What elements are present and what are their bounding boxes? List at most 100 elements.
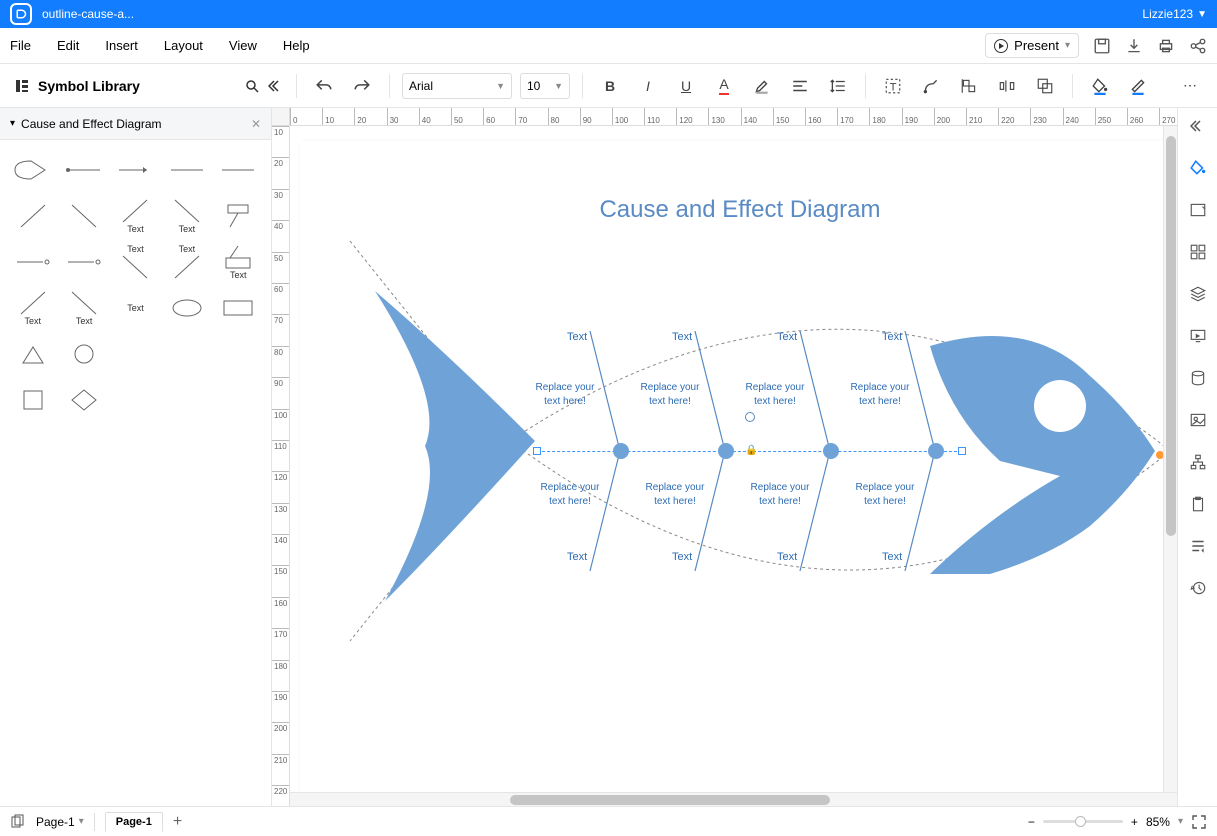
shape-diag1[interactable] (10, 196, 55, 236)
align-button[interactable] (785, 71, 815, 101)
bone-node[interactable] (613, 443, 629, 459)
shape-triangle[interactable] (10, 334, 55, 374)
rotation-handle[interactable] (745, 412, 755, 422)
bone-node[interactable] (823, 443, 839, 459)
bone-label[interactable]: Text (882, 331, 902, 343)
bone-text[interactable]: Replace your text here! (850, 481, 920, 509)
menu-file[interactable]: File (10, 38, 31, 53)
undo-button[interactable] (309, 71, 339, 101)
line-spacing-button[interactable] (823, 71, 853, 101)
shape-square[interactable] (10, 380, 55, 420)
image-panel-icon[interactable] (1186, 198, 1210, 222)
zoom-out-button[interactable]: − (1028, 815, 1035, 829)
selection-handle-left[interactable] (533, 447, 541, 455)
bold-button[interactable]: B (595, 71, 625, 101)
shape-rect[interactable] (216, 288, 261, 328)
more-button[interactable]: ⋯ (1175, 71, 1205, 101)
bone-label[interactable]: Text (567, 331, 587, 343)
bone-label[interactable]: Text (672, 331, 692, 343)
font-select[interactable]: Arial▼ (402, 73, 512, 99)
bone-text[interactable]: Replace your text here! (640, 481, 710, 509)
shape-text[interactable]: Text (113, 288, 158, 328)
page-dropdown[interactable]: Page-1▾ (36, 815, 84, 829)
shape-ellipse[interactable] (164, 288, 209, 328)
shape-diamond[interactable] (61, 380, 106, 420)
page-tab[interactable]: Page-1 (105, 812, 163, 832)
tree-panel-icon[interactable] (1186, 450, 1210, 474)
distribute-button[interactable] (992, 71, 1022, 101)
bone-text[interactable]: Replace your text here! (845, 381, 915, 409)
shape-box-line[interactable] (216, 196, 261, 236)
bone-label[interactable]: Text (882, 551, 902, 563)
bone-text[interactable]: Replace your text here! (635, 381, 705, 409)
zoom-in-button[interactable]: + (1131, 815, 1138, 829)
add-page-button[interactable]: + (173, 813, 182, 831)
shape-arrow[interactable] (113, 150, 158, 190)
expand-panel-icon[interactable] (1186, 114, 1210, 138)
page[interactable]: Cause and Effect Diagram (300, 141, 1177, 806)
shape-diag-text6[interactable]: Text (61, 288, 106, 328)
picture-panel-icon[interactable] (1186, 408, 1210, 432)
clipboard-panel-icon[interactable] (1186, 492, 1210, 516)
align-objects-button[interactable] (954, 71, 984, 101)
bone-label[interactable]: Text (777, 331, 797, 343)
bone-label[interactable]: Text (672, 551, 692, 563)
shape-fish-head[interactable] (10, 150, 55, 190)
fullscreen-icon[interactable] (1191, 814, 1207, 830)
shape-line[interactable] (164, 150, 209, 190)
shape-hline-dot[interactable] (10, 242, 55, 282)
download-icon[interactable] (1125, 37, 1143, 55)
menu-layout[interactable]: Layout (164, 38, 203, 53)
share-icon[interactable] (1189, 37, 1207, 55)
menu-edit[interactable]: Edit (57, 38, 79, 53)
font-color-button[interactable]: A (709, 71, 739, 101)
scrollbar-horizontal[interactable] (290, 792, 1177, 806)
zoom-level[interactable]: 85% (1146, 815, 1170, 829)
paragraph-panel-icon[interactable] (1186, 534, 1210, 558)
grid-panel-icon[interactable] (1186, 240, 1210, 264)
shape-box-line2[interactable]: Text (216, 242, 261, 282)
save-icon[interactable] (1093, 37, 1111, 55)
diagram-title[interactable]: Cause and Effect Diagram (300, 196, 1177, 224)
zoom-slider[interactable] (1043, 820, 1123, 823)
highlight-button[interactable] (747, 71, 777, 101)
document-name[interactable]: outline-cause-a... (42, 7, 1142, 21)
group-button[interactable] (1030, 71, 1060, 101)
shape-hline-dot2[interactable] (61, 242, 106, 282)
menu-insert[interactable]: Insert (105, 38, 138, 53)
bone-text[interactable]: Replace your text here! (745, 481, 815, 509)
shape-diag-text1[interactable]: Text (113, 196, 158, 236)
fill-panel-icon[interactable] (1186, 156, 1210, 180)
shape-line2[interactable] (216, 150, 261, 190)
layers-panel-icon[interactable] (1186, 282, 1210, 306)
fish-tail[interactable] (365, 291, 555, 601)
font-size-select[interactable]: 10▼ (520, 73, 570, 99)
shape-diag-text4[interactable]: Text (164, 242, 209, 282)
underline-button[interactable]: U (671, 71, 701, 101)
menu-help[interactable]: Help (283, 38, 310, 53)
shape-diag2[interactable] (61, 196, 106, 236)
bone-node[interactable] (718, 443, 734, 459)
italic-button[interactable]: I (633, 71, 663, 101)
menu-view[interactable]: View (229, 38, 257, 53)
bone-text[interactable]: Replace your text here! (530, 381, 600, 409)
text-tool-button[interactable]: T (878, 71, 908, 101)
shape-diag-text5[interactable]: Text (10, 288, 55, 328)
bone-label[interactable]: Text (567, 551, 587, 563)
line-color-button[interactable] (1123, 71, 1153, 101)
fill-color-button[interactable] (1085, 71, 1115, 101)
pages-icon[interactable] (10, 814, 26, 830)
user-menu[interactable]: Lizzie123 ▼ (1142, 7, 1207, 21)
slides-panel-icon[interactable] (1186, 324, 1210, 348)
history-panel-icon[interactable] (1186, 576, 1210, 600)
shape-spine[interactable] (61, 150, 106, 190)
present-button[interactable]: Present ▾ (985, 33, 1079, 58)
shape-diag-text2[interactable]: Text (164, 196, 209, 236)
search-icon[interactable] (244, 78, 260, 94)
redo-button[interactable] (347, 71, 377, 101)
library-category-header[interactable]: ▾Cause and Effect Diagram ✕ (0, 108, 271, 140)
close-icon[interactable]: ✕ (251, 117, 261, 131)
connector-button[interactable] (916, 71, 946, 101)
collapse-panel-icon[interactable] (268, 78, 284, 94)
shape-diag-text3[interactable]: Text (113, 242, 158, 282)
